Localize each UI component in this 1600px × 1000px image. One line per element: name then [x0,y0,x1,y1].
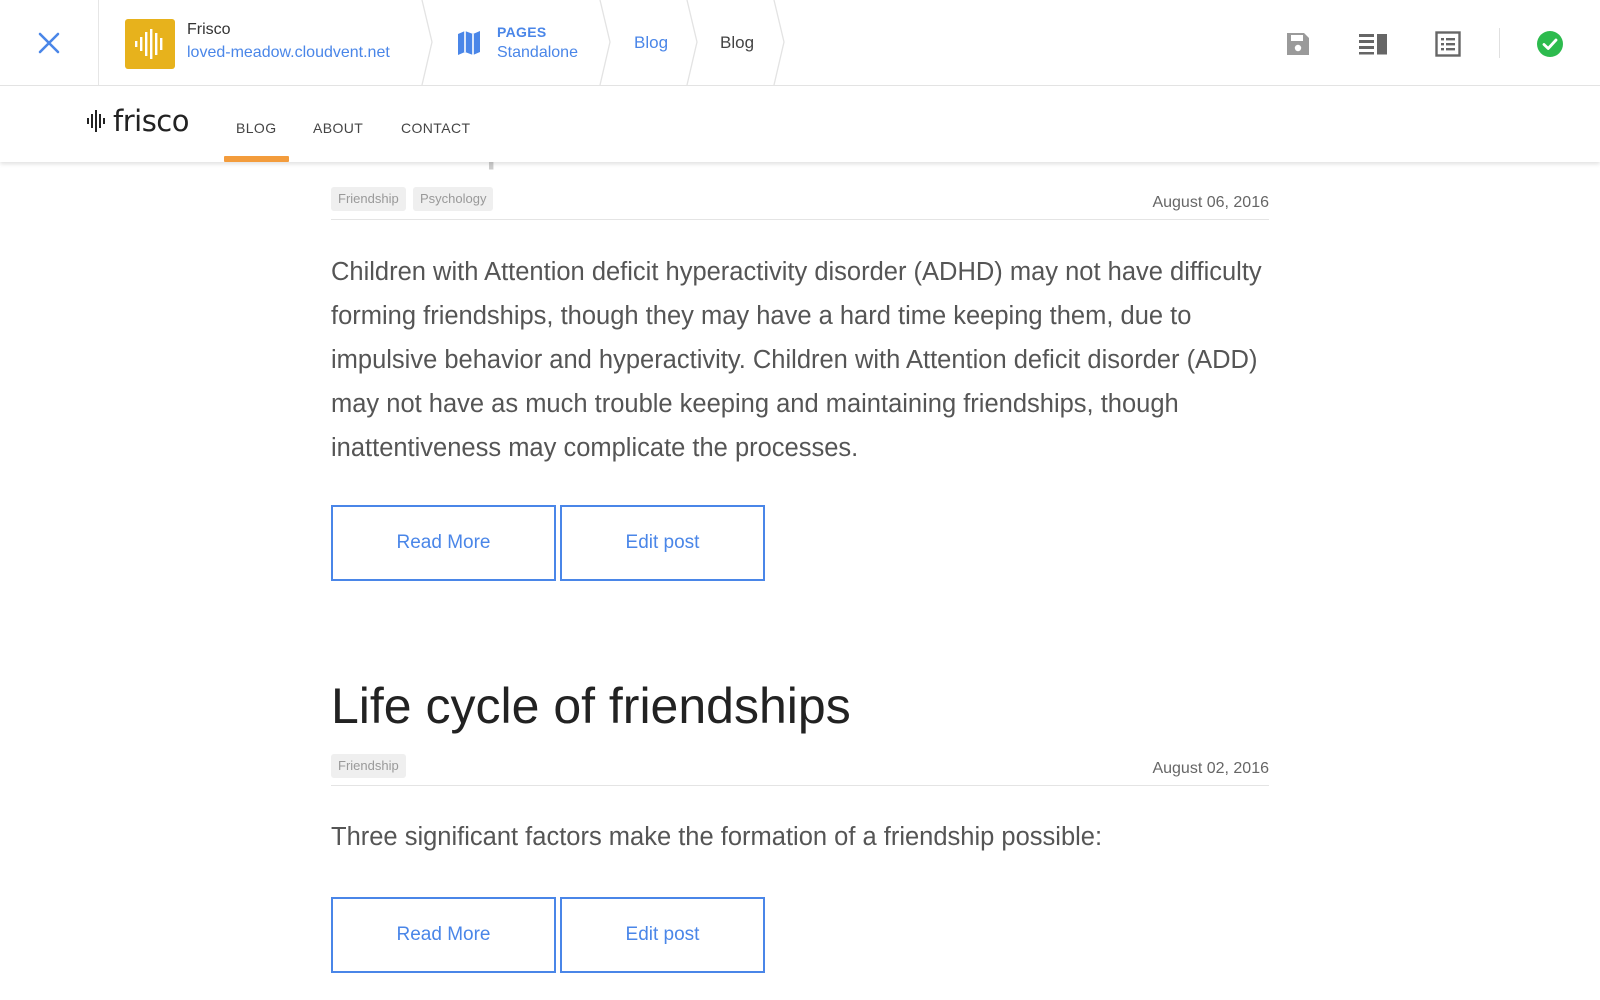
post-excerpt: Three significant factors make the forma… [331,823,1103,851]
site-logo-icon [135,29,163,59]
check-circle-icon [1537,31,1563,57]
post-date: August 02, 2016 [1152,760,1269,777]
editor-toolbar: Frisco loved-meadow.cloudvent.net PAGES … [0,0,1600,86]
tag-friendship[interactable]: Friendship [331,187,406,211]
breadcrumb-separator [598,0,618,85]
publish-status-button[interactable] [1535,29,1565,59]
edit-post-button[interactable]: Edit post [560,897,765,973]
nav-active-indicator [224,156,289,162]
site-name: Frisco [187,21,231,38]
breadcrumb-current-page: Blog [720,33,755,52]
save-button[interactable] [1283,29,1313,59]
layout-toggle-button[interactable] [1358,29,1388,59]
breadcrumb-separator [772,0,792,85]
layout-icon [1359,34,1387,55]
pages-collection-link[interactable]: Standalone [497,44,578,62]
save-icon [1287,33,1309,55]
edit-post-button[interactable]: Edit post [560,505,765,581]
close-button[interactable] [0,0,99,85]
list-view-button[interactable] [1433,29,1463,59]
breadcrumb-separator [420,0,440,85]
breadcrumb-blog-link[interactable]: Blog [634,33,668,53]
post-divider [331,219,1269,220]
tag-friendship[interactable]: Friendship [331,754,406,778]
nav-contact[interactable]: CONTACT [401,120,470,136]
brand-logo[interactable]: frisco [87,104,190,138]
map-icon [458,31,480,55]
read-more-button[interactable]: Read More [331,897,556,973]
brand-name: frisco [113,104,190,138]
post-date: August 06, 2016 [1152,194,1269,211]
breadcrumb-separator [685,0,705,85]
site-logo[interactable] [125,19,175,69]
waveform-icon [87,110,105,132]
nav-about[interactable]: ABOUT [313,120,363,136]
post-divider [331,785,1269,786]
toolbar-divider [1499,28,1500,58]
post-title[interactable]: Life cycle of friendships [331,677,851,735]
pages-label[interactable]: PAGES [497,24,546,40]
site-url-link[interactable]: loved-meadow.cloudvent.net [187,44,390,62]
post-excerpt: Children with Attention deficit hyperact… [331,258,1262,462]
read-more-button[interactable]: Read More [331,505,556,581]
nav-blog[interactable]: BLOG [236,120,277,136]
site-navigation: frisco BLOG ABOUT CONTACT [0,86,1600,162]
list-icon [1435,31,1461,57]
close-icon [38,32,60,53]
tag-psychology[interactable]: Psychology [413,187,494,211]
